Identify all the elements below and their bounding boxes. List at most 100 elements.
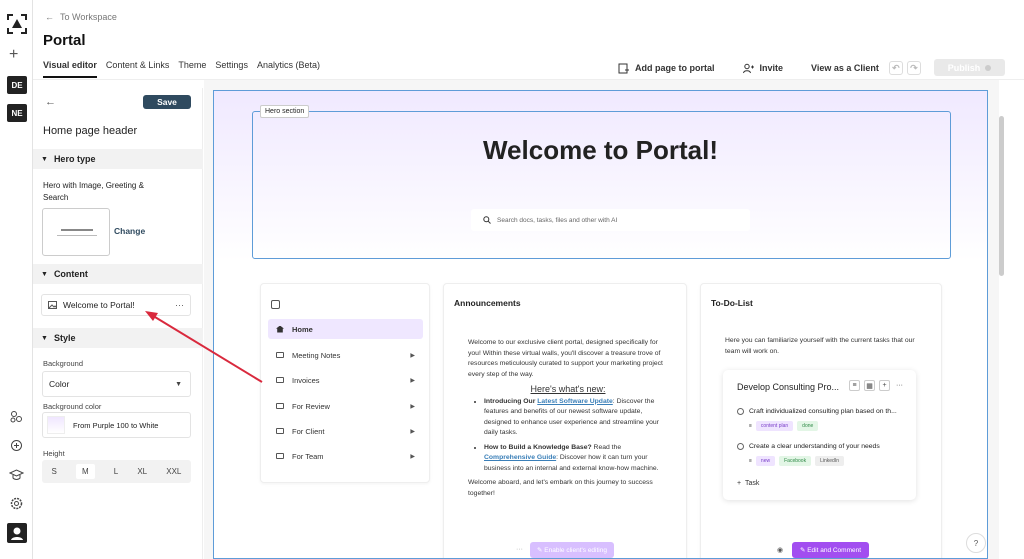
announcements-card[interactable]: Announcements Welcome to our exclusive c… (443, 283, 687, 558)
edit-and-comment-button[interactable]: ✎ Edit and Comment (792, 542, 869, 558)
more-options-icon[interactable]: ··· (894, 380, 905, 391)
tab-settings[interactable]: Settings (215, 60, 248, 78)
content-label: Content (53, 269, 88, 279)
style-section[interactable]: ▼ Style (33, 328, 203, 348)
page-title: Portal (43, 32, 86, 49)
hero-title: Welcome to Portal! (482, 135, 718, 165)
size-l[interactable]: L (114, 467, 118, 476)
background-color-picker[interactable]: From Purple 100 to White (42, 412, 191, 438)
sidebar-heading: Home page header (43, 125, 138, 137)
eye-icon[interactable]: ◉ (777, 546, 783, 554)
tab-analytics[interactable]: Analytics (Beta) (257, 60, 320, 78)
content-item-greeting[interactable]: Welcome to Portal! ··· (41, 294, 191, 316)
change-hero-button[interactable]: Change (114, 226, 145, 236)
task-item[interactable]: Create a clear understanding of your nee… (737, 443, 880, 450)
size-xxl[interactable]: XXL (166, 467, 181, 476)
bullet-bold: How to Build a Knowledge Base? (484, 443, 592, 451)
nav-item-for-review[interactable]: For Review ▶ (268, 396, 423, 416)
tag: LinkedIn (815, 456, 844, 466)
content-section[interactable]: ▼ Content (33, 264, 203, 284)
hero-type-description: Hero with Image, Greeting & Search (43, 181, 144, 202)
workspace-de[interactable]: DE (7, 76, 27, 94)
height-label: Height (43, 449, 65, 458)
nav-item-invoices[interactable]: Invoices ▶ (268, 370, 423, 390)
task-label: Create a clear understanding of your nee… (749, 443, 880, 450)
size-s[interactable]: S (52, 467, 57, 476)
sidebar-toggle-icon[interactable] (271, 300, 280, 309)
settings-sidebar: ← Save Home page header ▼ Hero type Hero… (33, 88, 203, 559)
back-label: To Workspace (60, 12, 117, 22)
background-select[interactable]: Color ▼ (42, 371, 191, 397)
todo-list-card[interactable]: To-Do-List Here you can familiarize your… (700, 283, 942, 558)
help-icon[interactable]: ? (966, 533, 986, 553)
invite-button[interactable]: Invite (742, 63, 783, 74)
team-icon[interactable] (9, 409, 24, 424)
back-to-workspace-link[interactable]: ← To Workspace (45, 12, 117, 22)
background-value: Color (49, 379, 70, 389)
scrollbar-thumb[interactable] (999, 116, 1004, 276)
search-placeholder: Search docs, tasks, files and other with… (497, 216, 618, 224)
nav-item-for-client[interactable]: For Client ▶ (268, 421, 423, 441)
add-icon[interactable]: + (879, 380, 890, 391)
invite-user-icon (742, 63, 754, 73)
hero-search-input[interactable]: Search docs, tasks, files and other with… (471, 209, 750, 231)
undo-icon[interactable]: ↶ (888, 61, 903, 75)
task-checkbox-icon[interactable] (737, 408, 744, 415)
hero-type-section[interactable]: ▼ Hero type (33, 149, 203, 169)
enable-client-editing-button[interactable]: ✎ Enable client's editing (530, 542, 614, 558)
announcements-closing: Welcome aboard, and let's embark on this… (468, 479, 653, 497)
save-button[interactable]: Save (143, 95, 191, 109)
hero-type-thumbnail[interactable] (42, 208, 110, 256)
search-icon (483, 216, 491, 224)
nav-item-home[interactable]: Home (268, 319, 423, 339)
chevron-right-icon: ▶ (410, 403, 415, 410)
size-m[interactable]: M (76, 464, 95, 479)
drag-handle-icon[interactable]: ··· (516, 546, 523, 553)
left-rail: + DE NE (0, 0, 33, 559)
announcements-intro: Welcome to our exclusive client portal, … (468, 339, 663, 378)
nav-label: For Review (292, 401, 330, 411)
chevron-right-icon: ▶ (410, 428, 415, 435)
task-list-title: Develop Consulting Pro... (737, 382, 840, 392)
add-task-button[interactable]: + Task (737, 480, 759, 487)
user-avatar[interactable] (7, 523, 27, 543)
nav-label: Invoices (292, 375, 320, 385)
announcements-body: Welcome to our exclusive client portal, … (468, 338, 668, 499)
nav-item-for-team[interactable]: For Team ▶ (268, 446, 423, 466)
plus-icon: + (737, 480, 745, 487)
publish-button[interactable]: Publish (934, 59, 1005, 76)
task-checkbox-icon[interactable] (737, 443, 744, 450)
redo-icon[interactable]: ↷ (906, 61, 921, 75)
task-item[interactable]: Craft individualized consulting plan bas… (737, 408, 897, 415)
workspace-ne[interactable]: NE (7, 104, 27, 122)
nav-item-meeting-notes[interactable]: Meeting Notes ▶ (268, 345, 423, 365)
add-workspace-icon[interactable]: + (9, 46, 18, 64)
tab-theme[interactable]: Theme (178, 60, 206, 78)
chevron-right-icon: ▶ (410, 352, 415, 359)
sidebar-back-arrow-icon[interactable]: ← (45, 96, 56, 108)
hero-section[interactable]: Hero section Welcome to Portal! Search d… (214, 91, 987, 261)
list-view-icon[interactable]: ≡ (849, 380, 860, 391)
comprehensive-guide-link[interactable]: Comprehensive Guide (484, 454, 556, 461)
settings-gear-icon[interactable] (9, 496, 24, 511)
software-update-link[interactable]: Latest Software Update (537, 398, 613, 405)
canvas-scrollbar[interactable] (999, 100, 1006, 559)
app-logo-icon[interactable] (7, 14, 27, 34)
size-xl[interactable]: XL (137, 467, 147, 476)
todo-intro: Here you can familiarize yourself with t… (725, 337, 915, 355)
folder-icon (276, 352, 284, 358)
tab-content-links[interactable]: Content & Links (106, 60, 170, 78)
add-task-label: Task (744, 480, 760, 487)
editor-canvas: Hero section Welcome to Portal! Search d… (204, 80, 999, 559)
add-page-button[interactable]: Add page to portal (618, 63, 715, 74)
tag: content plan (755, 421, 794, 431)
more-options-icon[interactable]: ··· (175, 300, 184, 310)
integrations-icon[interactable] (9, 438, 24, 453)
task-list-widget: Develop Consulting Pro... ≡ ▦ + ··· Craf… (723, 370, 916, 500)
chevron-down-icon: ▼ (175, 381, 182, 388)
folder-icon (276, 453, 284, 459)
calendar-icon[interactable]: ▦ (864, 380, 875, 391)
view-as-client-button[interactable]: View as a Client (811, 63, 879, 73)
tab-visual-editor[interactable]: Visual editor (43, 60, 97, 78)
academy-icon[interactable] (9, 467, 24, 482)
